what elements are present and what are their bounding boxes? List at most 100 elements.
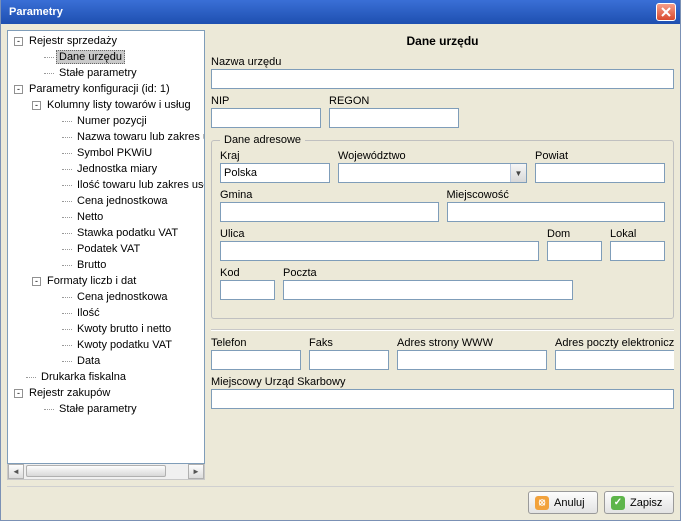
scroll-thumb[interactable] xyxy=(26,465,166,477)
tree[interactable]: -Rejestr sprzedażyDane urzęduStałe param… xyxy=(7,30,205,464)
country-input[interactable] xyxy=(220,163,330,183)
voivodeship-select[interactable]: ▼ xyxy=(338,163,527,183)
save-button[interactable]: ✓ Zapisz xyxy=(604,491,674,514)
collapse-icon[interactable]: - xyxy=(32,277,41,286)
collapse-icon[interactable]: - xyxy=(14,37,23,46)
house-input[interactable] xyxy=(547,241,602,261)
tree-node-label: Stawka podatku VAT xyxy=(74,226,181,240)
collapse-icon[interactable]: - xyxy=(32,101,41,110)
tax-office-input[interactable] xyxy=(211,389,674,409)
address-fieldset: Dane adresowe Kraj Województwo ▼ xyxy=(211,134,674,319)
tree-node[interactable]: -Formaty liczb i dat xyxy=(8,273,204,289)
cancel-icon: ⦻ xyxy=(535,496,549,510)
label-postal: Kod xyxy=(220,267,275,279)
tree-node[interactable]: -Rejestr zakupów xyxy=(8,385,204,401)
email-input[interactable] xyxy=(555,350,674,370)
collapse-icon[interactable]: - xyxy=(14,389,23,398)
close-button[interactable] xyxy=(656,3,676,21)
tree-node[interactable]: Ilość xyxy=(8,305,204,321)
tree-node[interactable]: Symbol PKWiU xyxy=(8,145,204,161)
label-fax: Faks xyxy=(309,337,389,349)
scroll-track[interactable] xyxy=(24,464,188,479)
tree-node[interactable]: Podatek VAT xyxy=(8,241,204,257)
save-button-label: Zapisz xyxy=(630,497,662,509)
tree-scrollbar[interactable]: ◄ ► xyxy=(7,464,205,480)
office-name-input[interactable] xyxy=(211,69,674,89)
tree-node-label: Cena jednostkowa xyxy=(74,194,171,208)
tree-node[interactable]: Netto xyxy=(8,209,204,225)
tree-node[interactable]: Drukarka fiskalna xyxy=(8,369,204,385)
tree-node[interactable]: Nazwa towaru lub zakres usł xyxy=(8,129,204,145)
tree-node-label: Kolumny listy towarów i usług xyxy=(44,98,194,112)
label-voivodeship: Województwo xyxy=(338,150,527,162)
label-street: Ulica xyxy=(220,228,539,240)
tree-node[interactable]: Cena jednostkowa xyxy=(8,289,204,305)
apartment-input[interactable] xyxy=(610,241,665,261)
tree-node[interactable]: Cena jednostkowa xyxy=(8,193,204,209)
tree-pane: -Rejestr sprzedażyDane urzęduStałe param… xyxy=(7,30,205,480)
label-regon: REGON xyxy=(329,95,459,107)
label-district: Powiat xyxy=(535,150,665,162)
tree-node[interactable]: Data xyxy=(8,353,204,369)
divider xyxy=(211,329,674,331)
address-legend: Dane adresowe xyxy=(220,134,305,146)
label-apartment: Lokal xyxy=(610,228,665,240)
commune-input[interactable] xyxy=(220,202,439,222)
tree-node[interactable]: Stałe parametry xyxy=(8,65,204,81)
www-input[interactable] xyxy=(397,350,547,370)
locality-input[interactable] xyxy=(447,202,666,222)
tree-node[interactable]: -Rejestr sprzedaży xyxy=(8,33,204,49)
street-input[interactable] xyxy=(220,241,539,261)
tree-node[interactable]: Dane urzędu xyxy=(8,49,204,65)
label-phone: Telefon xyxy=(211,337,301,349)
tree-node[interactable]: -Parametry konfiguracji (id: 1) xyxy=(8,81,204,97)
tree-node[interactable]: Jednostka miary xyxy=(8,161,204,177)
tree-node-label: Formaty liczb i dat xyxy=(44,274,139,288)
window-title: Parametry xyxy=(9,6,656,18)
scroll-left-button[interactable]: ◄ xyxy=(8,464,24,479)
postal-input[interactable] xyxy=(220,280,275,300)
tree-node[interactable]: Kwoty brutto i netto xyxy=(8,321,204,337)
save-icon: ✓ xyxy=(611,496,625,510)
fax-input[interactable] xyxy=(309,350,389,370)
tree-node-label: Ilość xyxy=(74,306,103,320)
tree-node[interactable]: Numer pozycji xyxy=(8,113,204,129)
label-office-name: Nazwa urzędu xyxy=(211,56,674,68)
label-country: Kraj xyxy=(220,150,330,162)
tree-node-label: Rejestr sprzedaży xyxy=(26,34,120,48)
cancel-button[interactable]: ⦻ Anuluj xyxy=(528,491,598,514)
phone-input[interactable] xyxy=(211,350,301,370)
tree-node-label: Nazwa towaru lub zakres usł xyxy=(74,130,205,144)
regon-input[interactable] xyxy=(329,108,459,128)
tree-node-label: Cena jednostkowa xyxy=(74,290,171,304)
tree-node[interactable]: Kwoty podatku VAT xyxy=(8,337,204,353)
label-commune: Gmina xyxy=(220,189,439,201)
label-tax-office: Miejscowy Urząd Skarbowy xyxy=(211,376,674,388)
tree-node-label: Kwoty brutto i netto xyxy=(74,322,174,336)
tree-node-label: Stałe parametry xyxy=(56,66,140,80)
label-post: Poczta xyxy=(283,267,573,279)
tree-node[interactable]: Stałe parametry xyxy=(8,401,204,417)
post-input[interactable] xyxy=(283,280,573,300)
tree-node-label: Ilość towaru lub zakres usług xyxy=(74,178,205,192)
form-pane: Dane urzędu Nazwa urzędu NIP xyxy=(211,30,674,480)
tree-node-label: Stałe parametry xyxy=(56,402,140,416)
tree-node[interactable]: -Kolumny listy towarów i usług xyxy=(8,97,204,113)
tree-node-label: Dane urzędu xyxy=(56,50,125,64)
tree-node-label: Symbol PKWiU xyxy=(74,146,155,160)
tree-node-label: Parametry konfiguracji (id: 1) xyxy=(26,82,173,96)
tree-node[interactable]: Stawka podatku VAT xyxy=(8,225,204,241)
collapse-icon[interactable]: - xyxy=(14,85,23,94)
tree-node[interactable]: Ilość towaru lub zakres usług xyxy=(8,177,204,193)
tree-node-label: Netto xyxy=(74,210,106,224)
button-bar: ⦻ Anuluj ✓ Zapisz xyxy=(7,486,674,514)
tree-node-label: Kwoty podatku VAT xyxy=(74,338,175,352)
tree-node-label: Numer pozycji xyxy=(74,114,150,128)
tree-node[interactable]: Brutto xyxy=(8,257,204,273)
cancel-button-label: Anuluj xyxy=(554,497,585,509)
close-icon xyxy=(661,7,671,17)
district-input[interactable] xyxy=(535,163,665,183)
nip-input[interactable] xyxy=(211,108,321,128)
scroll-right-button[interactable]: ► xyxy=(188,464,204,479)
tree-node-label: Podatek VAT xyxy=(74,242,143,256)
